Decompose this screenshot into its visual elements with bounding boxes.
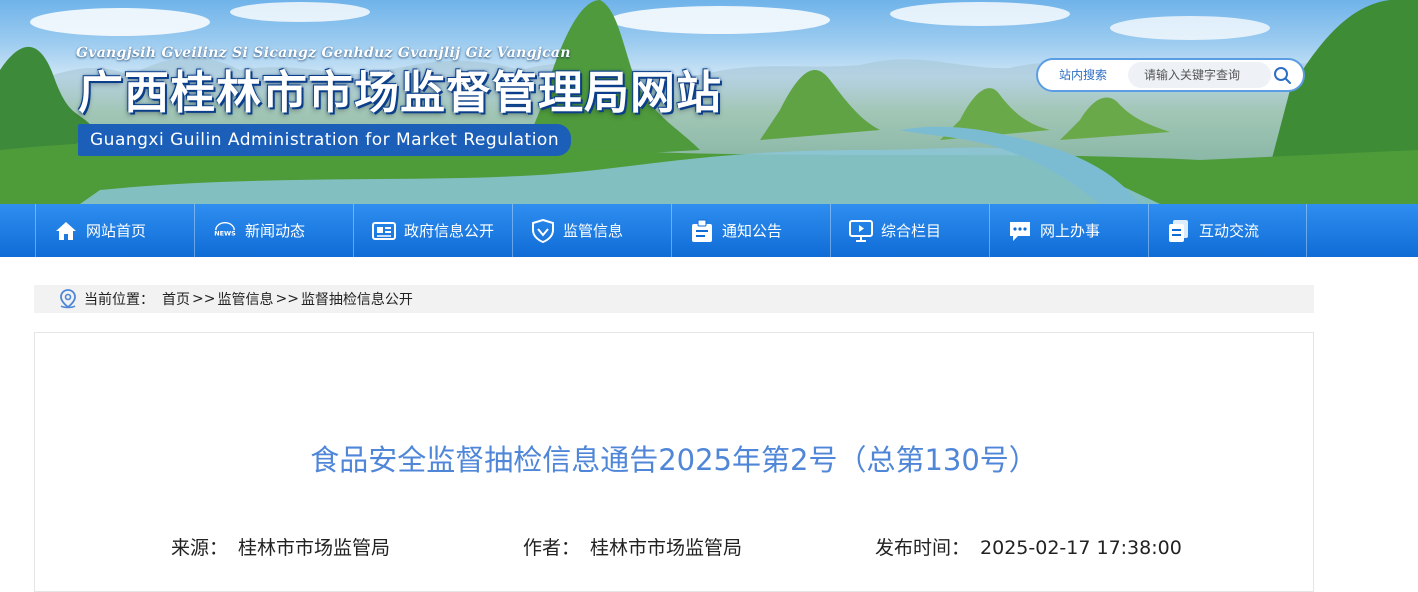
nav-item-label: 综合栏目 [881,222,942,240]
search-icon [1274,67,1291,84]
source-label: 来源： [171,537,229,559]
location-pin-icon [58,289,78,309]
nav-item-home[interactable]: 网站首页 [35,204,194,257]
header-banner: Gvangjsih Gveilinz Si Sicangz Genhduz Gv… [0,0,1418,204]
source-value: 桂林市市场监管局 [238,537,391,559]
nav-item-label: 新闻动态 [245,222,306,240]
document-icon [1167,219,1191,243]
article-date: 发布时间： 2025-02-17 17:38:00 [875,533,1182,560]
search-label: 站内搜索 [1058,68,1107,82]
site-subtitle-zhuang: Gvangjsih Gveilinz Si Sicangz Genhduz Gv… [76,45,571,61]
breadcrumb-link-sampling[interactable]: 监督抽检信息公开 [301,289,413,309]
breadcrumb-separator: >> [192,291,216,307]
nav-item-label: 政府信息公开 [404,222,495,240]
nav-item-label: 网站首页 [86,222,147,240]
breadcrumb-link-home[interactable]: 首页 [162,289,190,309]
author-value: 桂林市市场监管局 [590,537,743,559]
nav-item-online-services[interactable]: 网上办事 [989,204,1148,257]
search-button[interactable] [1266,63,1298,87]
author-label: 作者： [523,537,581,559]
search-input[interactable] [1128,62,1271,88]
nav-item-label: 网上办事 [1040,222,1101,240]
nav-item-news[interactable]: NEWS 新闻动态 [194,204,353,257]
chat-icon [1008,219,1032,243]
monitor-icon [849,219,873,243]
nav-item-interaction[interactable]: 互动交流 [1148,204,1307,257]
home-icon [54,219,78,243]
nav-item-supervision[interactable]: 监管信息 [512,204,671,257]
nav-item-label: 监管信息 [563,222,624,240]
site-subtitle-english: Guangxi Guilin Administration for Market… [78,124,572,156]
article-title: 食品安全监督抽检信息通告2025年第2号（总第130号） [310,443,1038,477]
breadcrumb-separator: >> [275,291,299,307]
date-label: 发布时间： [875,537,971,559]
site-title: 广西桂林市市场监督管理局网站 [78,66,723,119]
svg-text:NEWS: NEWS [214,229,236,237]
date-value: 2025-02-17 17:38:00 [980,537,1182,559]
news-icon: NEWS [213,219,237,243]
main-nav: 网站首页 NEWS 新闻动态 政府信息公开 监管信息 通知公告 综合栏目 网上办… [0,204,1418,257]
nav-item-gov-info[interactable]: 政府信息公开 [353,204,512,257]
nav-item-label: 通知公告 [722,222,783,240]
shield-icon [531,218,555,243]
breadcrumb: 当前位置： 首页 >> 监管信息 >> 监督抽检信息公开 [34,285,1314,313]
article-author: 作者： 桂林市市场监管局 [523,533,742,560]
clipboard-icon [690,219,714,243]
article-panel: 食品安全监督抽检信息通告2025年第2号（总第130号） 来源： 桂林市市场监管局… [34,332,1314,592]
breadcrumb-link-supervision[interactable]: 监管信息 [217,289,273,309]
search-box: 站内搜索 [1036,58,1305,92]
newspaper-icon [372,219,396,243]
nav-item-label: 互动交流 [1199,222,1260,240]
article-source: 来源： 桂林市市场监管局 [171,533,390,560]
nav-item-notices[interactable]: 通知公告 [671,204,830,257]
breadcrumb-prefix: 当前位置： [84,292,154,308]
nav-item-columns[interactable]: 综合栏目 [830,204,989,257]
